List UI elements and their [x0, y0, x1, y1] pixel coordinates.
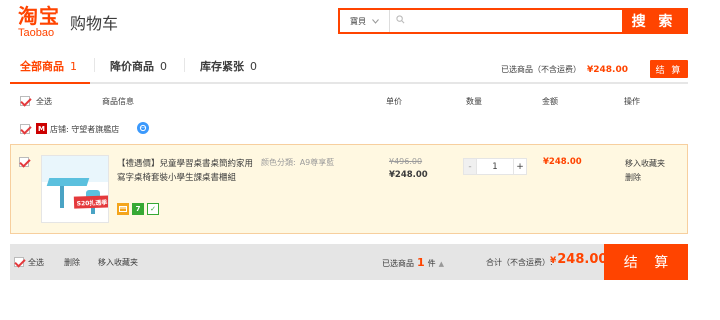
- search-bar: 寶貝 搜 索: [338, 8, 688, 34]
- item-thumbnail[interactable]: S20扎透季: [41, 155, 109, 223]
- chevron-up-icon: ▲: [438, 260, 445, 268]
- sku-value: A9尊享藍: [299, 158, 335, 167]
- total-label: 合计（不含运费）:: [486, 258, 553, 267]
- delete-item-link[interactable]: 删除: [625, 171, 665, 185]
- selected-count-number: 1: [417, 256, 425, 269]
- cart-item: S20扎透季 【禮遇價】兒童學習桌書桌簡約家用寫字桌椅套裝小學生課桌書櫃組 7 …: [10, 144, 688, 234]
- tab-count: 0: [160, 60, 167, 73]
- tab-label: 库存紧张: [200, 60, 244, 73]
- thumb-desk-leg: [60, 186, 64, 208]
- guarantee-icon[interactable]: ✓: [147, 203, 159, 215]
- tab-low-stock[interactable]: 库存紧张 0: [200, 58, 257, 74]
- thumb-promo-badge: S20扎透季: [73, 195, 108, 209]
- selected-count-label: 已选商品: [382, 259, 414, 268]
- cart-tabs: 全部商品 1 降价商品 0 库存紧张 0 已选商品（不含运费） ¥248.00 结 算: [10, 52, 688, 84]
- col-actions: 操作: [624, 97, 640, 106]
- column-header: 全选 商品信息 单价 数量 金额 操作: [10, 92, 688, 112]
- selected-count-unit: 件: [427, 259, 436, 268]
- settle-button[interactable]: 结 算: [604, 244, 688, 280]
- tab-count: 1: [70, 60, 77, 73]
- tab-price-drop[interactable]: 降价商品 0: [110, 58, 167, 74]
- total-amount: ¥248.00: [550, 252, 607, 267]
- search-input-wrap: [390, 10, 622, 32]
- checkout-bar: 全选 删除 移入收藏夹 已选商品 1 件 ▲ 合计（不含运费）: ¥248.00 结 …: [10, 244, 688, 280]
- selected-summary-label: 已选商品（不含运费）: [501, 65, 581, 74]
- col-amount: 金额: [542, 97, 558, 106]
- col-unit-price: 单价: [386, 97, 402, 106]
- shop-checkbox[interactable]: [20, 124, 30, 134]
- credit-card-icon[interactable]: [117, 203, 129, 215]
- quantity-input[interactable]: 1: [477, 158, 513, 175]
- bottom-select-all-checkbox[interactable]: [14, 257, 24, 267]
- selected-count[interactable]: 已选商品 1 件 ▲: [382, 256, 444, 269]
- tab-divider: [184, 58, 185, 72]
- tab-count: 0: [250, 60, 257, 73]
- search-input[interactable]: [409, 16, 622, 26]
- tab-label: 降价商品: [110, 60, 154, 73]
- total-amount-value: 248.00: [557, 252, 608, 267]
- quantity-plus-button[interactable]: +: [513, 158, 527, 175]
- col-select-all: 全选: [36, 97, 52, 106]
- col-item-info: 商品信息: [102, 97, 134, 106]
- tab-all-items[interactable]: 全部商品 1: [20, 58, 77, 74]
- shop-label: 店铺: 守望者旗艦店: [50, 124, 119, 135]
- aliwangwang-icon[interactable]: [137, 122, 149, 134]
- item-unit-price: ¥248.00: [389, 170, 428, 180]
- page-title: 购物车: [70, 14, 119, 33]
- logo-cn: 淘宝: [18, 4, 60, 28]
- quantity-minus-button[interactable]: -: [463, 158, 477, 175]
- select-all-checkbox[interactable]: [20, 96, 30, 106]
- selected-summary-amount: ¥248.00: [587, 65, 628, 75]
- shop-logo-icon: M: [36, 123, 47, 134]
- active-tab-underline: [10, 82, 90, 84]
- item-original-price: ¥496.00: [389, 157, 423, 166]
- logo-en: Taobao: [18, 27, 55, 39]
- col-quantity: 数量: [466, 97, 482, 106]
- move-to-favorites-link[interactable]: 移入收藏夹: [625, 157, 665, 171]
- item-amount: ¥248.00: [543, 157, 582, 167]
- shop-row: M 店铺: 守望者旗艦店: [10, 122, 688, 140]
- bottom-select-all-label[interactable]: 全选: [28, 257, 44, 268]
- sku-label: 颜色分類:: [261, 158, 296, 167]
- taobao-logo[interactable]: 淘宝 Taobao: [18, 6, 78, 39]
- item-actions: 移入收藏夹 删除: [625, 157, 665, 185]
- shop-label-text: 店铺:: [50, 125, 69, 134]
- item-title[interactable]: 【禮遇價】兒童學習桌書桌簡約家用寫字桌椅套裝小學生課桌書櫃組: [117, 157, 259, 185]
- item-sku: 颜色分類: A9尊享藍: [261, 157, 334, 168]
- seven-day-return-icon[interactable]: 7: [132, 203, 144, 215]
- tab-divider: [94, 58, 95, 72]
- bottom-move-favorites-link[interactable]: 移入收藏夹: [98, 257, 138, 268]
- search-button[interactable]: 搜 索: [622, 10, 686, 32]
- search-type-select[interactable]: 寶貝: [340, 10, 390, 32]
- selected-summary: 已选商品（不含运费） ¥248.00: [501, 64, 628, 75]
- search-icon: [396, 15, 405, 27]
- tab-label: 全部商品: [20, 60, 64, 73]
- settle-button-top[interactable]: 结 算: [650, 60, 688, 78]
- quantity-stepper: - 1 +: [463, 158, 527, 175]
- shop-name[interactable]: 守望者旗艦店: [71, 125, 119, 134]
- search-type-label: 寶貝: [350, 16, 366, 26]
- total-yen: ¥: [550, 256, 557, 266]
- bottom-delete-link[interactable]: 删除: [64, 257, 80, 268]
- chevron-down-icon: [372, 17, 379, 26]
- thumb-desk: [46, 178, 90, 186]
- item-checkbox[interactable]: [19, 157, 29, 167]
- item-service-icons: 7 ✓: [117, 203, 159, 215]
